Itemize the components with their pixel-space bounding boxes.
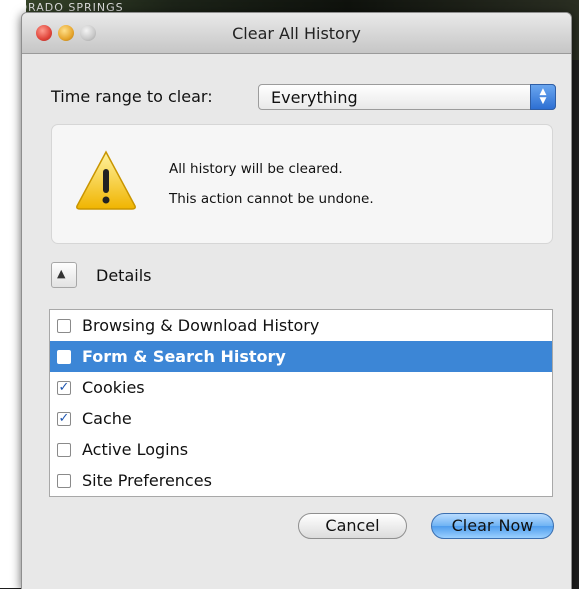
item-label: Cookies (82, 378, 145, 397)
checkbox-site-preferences[interactable] (57, 474, 71, 488)
checkbox-cookies[interactable]: ✓ (57, 381, 71, 395)
triangle-up-icon: ▲ (57, 267, 66, 280)
details-label: Details (96, 266, 152, 285)
list-item-cookies[interactable]: ✓ Cookies (50, 372, 552, 403)
time-range-select[interactable]: Everything ▲ ▼ (258, 84, 556, 110)
time-range-label: Time range to clear: (51, 87, 213, 106)
list-item-active-logins[interactable]: Active Logins (50, 434, 552, 465)
warning-triangle-icon (76, 150, 136, 210)
item-label: Active Logins (82, 440, 189, 459)
clear-history-dialog: Clear All History Time range to clear: E… (21, 12, 572, 589)
checkbox-active-logins[interactable] (57, 443, 71, 457)
warning-box: All history will be cleared. This action… (51, 124, 553, 244)
list-item-form-search-history[interactable]: Form & Search History (50, 341, 552, 372)
warning-line-2: This action cannot be undone. (169, 191, 374, 207)
checkbox-browsing-download-history[interactable] (57, 319, 71, 333)
list-item-cache[interactable]: ✓ Cache (50, 403, 552, 434)
warning-line-1: All history will be cleared. (169, 161, 343, 177)
clear-now-button[interactable]: Clear Now (431, 513, 554, 539)
time-range-row: Time range to clear: Everything ▲ ▼ (51, 84, 561, 110)
cancel-button[interactable]: Cancel (298, 513, 407, 539)
window-title: Clear All History (232, 24, 361, 43)
checkbox-cache[interactable]: ✓ (57, 412, 71, 426)
time-range-value: Everything (271, 88, 358, 107)
item-label: Site Preferences (82, 471, 212, 490)
checkbox-form-search-history[interactable] (57, 350, 71, 364)
history-items-list: Browsing & Download History Form & Searc… (49, 309, 553, 497)
item-label: Cache (82, 409, 132, 428)
details-disclosure-button[interactable]: ▲ (51, 262, 77, 288)
updown-arrows-icon: ▲ ▼ (530, 84, 556, 110)
item-label: Form & Search History (82, 347, 286, 366)
title-bar: Clear All History (22, 13, 571, 54)
list-item-browsing-download-history[interactable]: Browsing & Download History (50, 310, 552, 341)
item-label: Browsing & Download History (82, 316, 320, 335)
list-item-site-preferences[interactable]: Site Preferences (50, 465, 552, 496)
